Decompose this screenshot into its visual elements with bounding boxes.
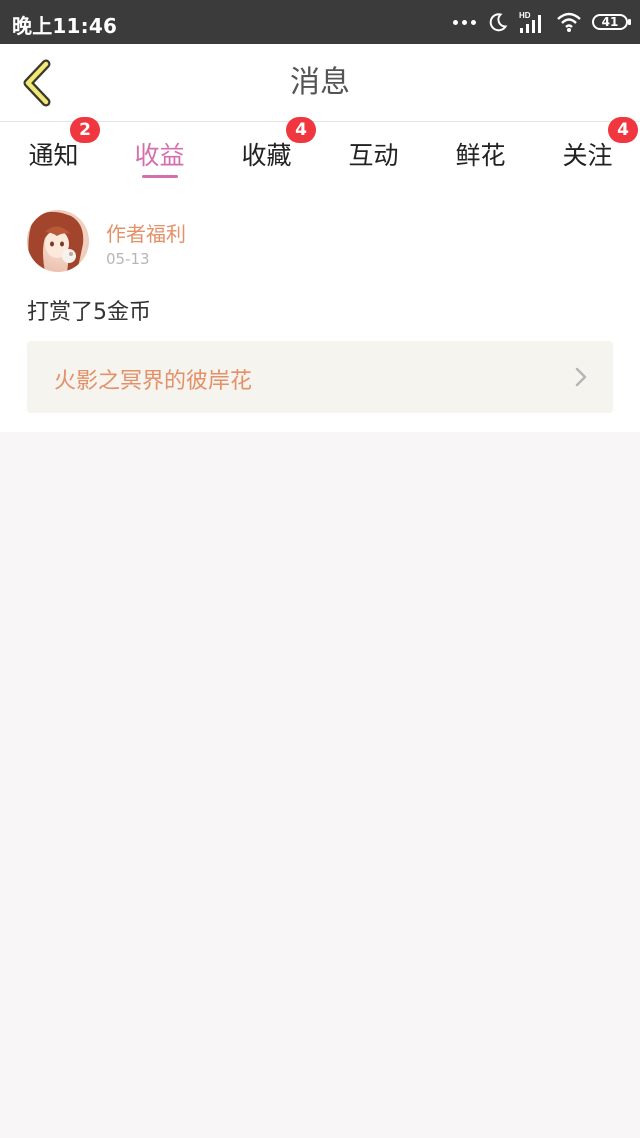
tab-notifications-badge: 2: [70, 117, 100, 143]
header-bar: 消息: [0, 44, 640, 122]
avatar[interactable]: [27, 210, 89, 272]
avatar-image: [27, 210, 89, 272]
active-tab-indicator: [141, 175, 178, 178]
signal-icon: HD: [519, 11, 541, 33]
message-date: 05-13: [106, 250, 150, 268]
tab-favorites-badge: 4: [286, 117, 316, 143]
author-name[interactable]: 作者福利: [106, 218, 186, 247]
battery-icon: 41: [592, 14, 631, 30]
chevron-right-icon: [575, 367, 587, 387]
tab-label: 关注: [562, 141, 613, 170]
message-card: 作者福利 05-13 打赏了5金币 火影之冥界的彼岸花: [0, 186, 640, 432]
tab-label: 通知: [28, 141, 79, 170]
battery-level: 41: [601, 15, 619, 29]
message-text: 打赏了5金币: [27, 300, 151, 325]
network-badge: HD: [519, 11, 531, 20]
tab-label: 鲜花: [455, 141, 506, 170]
book-title: 火影之冥界的彼岸花: [54, 369, 253, 394]
moon-icon: [489, 13, 508, 32]
status-icons: HD 41: [453, 8, 631, 36]
more-dots-icon: [453, 19, 476, 25]
page-title: 消息: [290, 65, 350, 100]
tab-label: 收益: [134, 141, 185, 170]
tab-flowers[interactable]: 鲜花: [427, 122, 534, 186]
status-bar: 晚上11:46 HD 41: [0, 0, 640, 44]
tab-follows-badge: 4: [608, 117, 638, 143]
tab-interactions[interactable]: 互动: [320, 122, 427, 186]
tab-label: 互动: [348, 141, 399, 170]
tab-earnings[interactable]: 收益: [106, 122, 213, 186]
tab-label: 收藏: [241, 141, 292, 170]
wifi-icon: [557, 12, 581, 32]
book-link[interactable]: 火影之冥界的彼岸花: [27, 341, 613, 413]
status-time: 晚上11:46: [12, 14, 118, 38]
tab-bar: 通知 2 收益 收藏 4 互动 鲜花 关注 4: [0, 117, 640, 186]
